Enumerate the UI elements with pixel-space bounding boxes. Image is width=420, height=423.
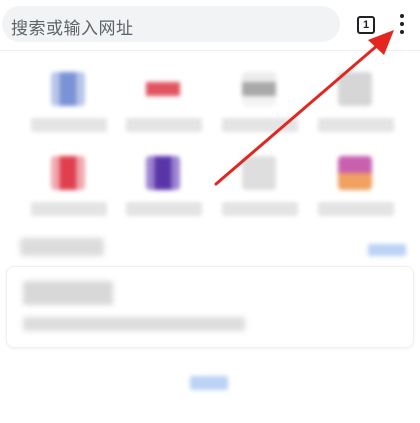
shortcut-label [318,202,394,216]
shortcut-tile[interactable] [310,156,402,236]
address-bar-placeholder: 搜索或输入网址 [11,19,134,39]
shortcut-tile[interactable] [310,72,402,152]
shortcut-label [318,118,394,132]
shortcut-label [31,118,107,132]
menu-dot [400,30,404,34]
shortcut-label [126,202,202,216]
shortcut-tile[interactable] [214,156,306,236]
shortcut-label [222,118,298,132]
shortcut-icon [146,72,180,106]
shortcut-icon [51,72,85,106]
more-vert-icon[interactable] [393,12,411,36]
shortcut-icon [51,156,85,190]
shortcut-icon [338,72,372,106]
more-link[interactable] [190,376,228,390]
shortcut-icon [242,156,276,190]
menu-dot [400,22,404,26]
content-card[interactable] [6,266,414,348]
shortcut-tile[interactable] [118,72,210,152]
shortcut-tile[interactable] [23,156,115,236]
card-title [23,281,113,305]
shortcut-tile[interactable] [23,72,115,152]
shortcut-label [126,118,202,132]
shortcut-tile[interactable] [214,72,306,152]
section-heading [20,238,104,256]
shortcut-tile[interactable] [118,156,210,236]
browser-toolbar: 搜索或输入网址 1 [0,0,420,50]
card-subtitle [23,317,245,331]
address-bar[interactable]: 搜索或输入网址 [2,6,340,42]
tab-switcher-button[interactable]: 1 [357,16,375,34]
shortcut-label [31,202,107,216]
toolbar-divider [0,50,420,51]
shortcut-label [222,202,298,216]
shortcut-icon [242,72,276,106]
shortcut-icon [338,156,372,190]
section-link[interactable] [368,244,406,256]
menu-dot [400,14,404,18]
shortcut-icon [146,156,180,190]
